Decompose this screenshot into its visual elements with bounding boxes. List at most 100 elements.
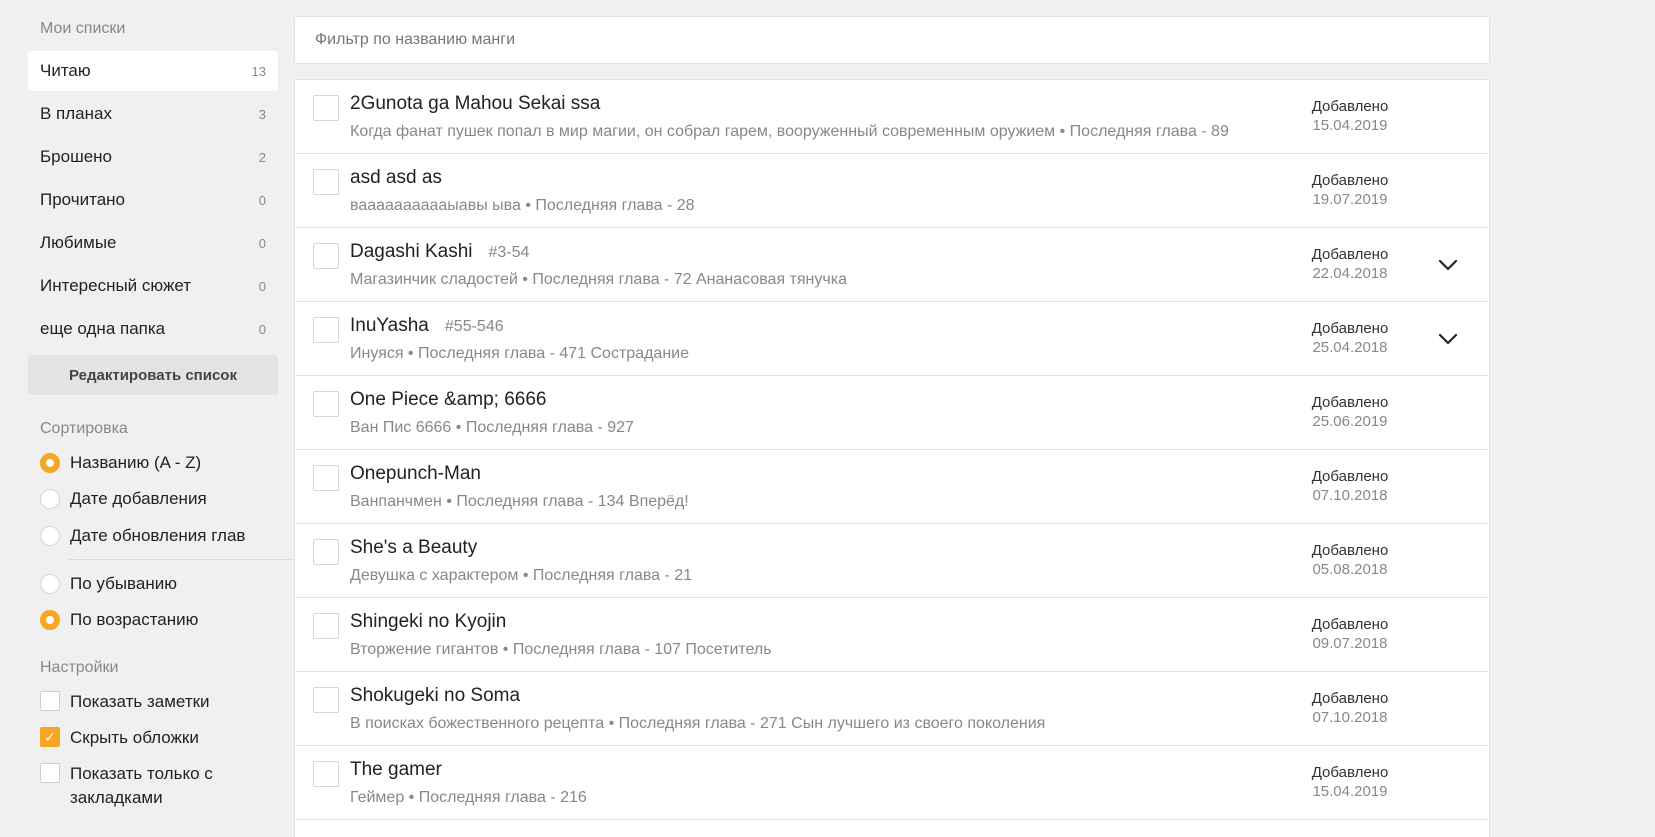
radio-label: По убыванию bbox=[70, 574, 177, 593]
edit-list-button[interactable]: Редактировать список bbox=[28, 355, 278, 395]
added-info: Добавлено 25.04.2018 bbox=[1305, 319, 1395, 357]
manga-row[interactable]: InuYasha #55-546 Инуяся • Последняя глава… bbox=[295, 302, 1489, 376]
manga-select-checkbox[interactable] bbox=[313, 539, 339, 565]
manga-title-link[interactable]: 2Gunota ga Mahou Sekai ssa bbox=[350, 93, 600, 115]
manga-chapter-range: #3-54 bbox=[488, 244, 530, 261]
manga-row[interactable]: The gamer Геймер • Последняя глава - 216… bbox=[295, 746, 1489, 820]
manga-row[interactable]: Shingeki no Kyojin Вторжение гигантов • … bbox=[295, 598, 1489, 672]
added-label: Добавлено bbox=[1311, 98, 1389, 115]
radio-empty-icon bbox=[40, 489, 60, 509]
sort-divider bbox=[68, 559, 293, 560]
added-info: Добавлено 09.07.2018 bbox=[1305, 615, 1395, 653]
list-item-planned[interactable]: В планах 3 bbox=[28, 94, 278, 134]
manga-title-link[interactable]: Onepunch-Man bbox=[350, 463, 481, 485]
manga-row[interactable]: Onepunch-Man Ванпанчмен • Последняя глав… bbox=[295, 450, 1489, 524]
added-date: 25.04.2018 bbox=[1312, 339, 1388, 356]
added-label: Добавлено bbox=[1311, 542, 1389, 559]
radio-label: По возрастанию bbox=[70, 610, 199, 629]
manga-title-link[interactable]: Dagashi Kashi #3-54 bbox=[350, 241, 529, 263]
added-date: 05.08.2018 bbox=[1312, 561, 1388, 578]
manga-subtitle: Инуяся • Последняя глава - 471 Сострадан… bbox=[350, 345, 689, 362]
manga-select-checkbox[interactable] bbox=[313, 613, 339, 639]
radio-empty-icon bbox=[40, 574, 60, 594]
manga-select-checkbox[interactable] bbox=[313, 391, 339, 417]
bookmarks-only-checkbox[interactable]: Показать только с закладками bbox=[40, 762, 240, 810]
added-date: 07.10.2018 bbox=[1312, 487, 1388, 504]
added-info: Добавлено 22.04.2018 bbox=[1305, 245, 1395, 283]
manga-list: 2Gunota ga Mahou Sekai ssa Когда фанат п… bbox=[294, 79, 1490, 837]
manga-select-checkbox[interactable] bbox=[313, 317, 339, 343]
manga-chapter-range: #55-546 bbox=[444, 318, 504, 335]
manga-row[interactable]: She's a Beauty Девушка с характером • По… bbox=[295, 524, 1489, 598]
order-ascending-radio[interactable]: По возрастанию bbox=[40, 610, 198, 630]
manga-row[interactable]: One Piece &amp; 6666 Ван Пис 6666 • Посл… bbox=[295, 376, 1489, 450]
list-item-read[interactable]: Прочитано 0 bbox=[28, 180, 278, 220]
manga-subtitle: вааааааааааыавы ыва • Последняя глава - … bbox=[350, 197, 695, 214]
manga-select-checkbox[interactable] bbox=[313, 95, 339, 121]
manga-select-checkbox[interactable] bbox=[313, 687, 339, 713]
manga-title-link[interactable]: Shingeki no Kyojin bbox=[350, 611, 506, 633]
manga-title-link[interactable]: Shokugeki no Soma bbox=[350, 685, 520, 707]
hide-covers-checkbox[interactable]: ✓ Скрыть обложки bbox=[40, 726, 199, 750]
manga-subtitle: Вторжение гигантов • Последняя глава - 1… bbox=[350, 641, 772, 658]
added-label: Добавлено bbox=[1311, 320, 1389, 337]
manga-title-link[interactable]: One Piece &amp; 6666 bbox=[350, 389, 546, 411]
manga-title-link[interactable]: InuYasha #55-546 bbox=[350, 315, 504, 337]
chevron-down-icon[interactable] bbox=[1435, 326, 1461, 352]
manga-subtitle: Ванпанчмен • Последняя глава - 134 Вперё… bbox=[350, 493, 689, 510]
list-item-label: Читаю bbox=[40, 61, 91, 80]
manga-title-link[interactable]: She's a Beauty bbox=[350, 537, 477, 559]
manga-select-checkbox[interactable] bbox=[313, 761, 339, 787]
chevron-down-icon[interactable] bbox=[1435, 252, 1461, 278]
manga-title: asd asd as bbox=[350, 167, 442, 188]
manga-row[interactable]: asd asd as вааааааааааыавы ыва • Последн… bbox=[295, 154, 1489, 228]
manga-title: 2Gunota ga Mahou Sekai ssa bbox=[350, 93, 601, 114]
list-item-label: В планах bbox=[40, 104, 112, 123]
manga-subtitle: Геймер • Последняя глава - 216 bbox=[350, 789, 587, 806]
manga-filter-input[interactable] bbox=[294, 16, 1490, 64]
radio-label: Названию (A - Z) bbox=[70, 453, 202, 472]
sort-by-name-radio[interactable]: Названию (A - Z) bbox=[40, 453, 201, 473]
order-descending-radio[interactable]: По убыванию bbox=[40, 574, 177, 594]
added-date: 07.10.2018 bbox=[1312, 709, 1388, 726]
added-info: Добавлено 25.06.2019 bbox=[1305, 393, 1395, 431]
manga-select-checkbox[interactable] bbox=[313, 169, 339, 195]
checkbox-label: Показать заметки bbox=[70, 692, 210, 711]
list-item-count: 13 bbox=[251, 63, 266, 79]
added-label: Добавлено bbox=[1311, 764, 1389, 781]
sort-by-update-date-radio[interactable]: Дате обновления глав bbox=[40, 526, 245, 546]
manga-title: The gamer bbox=[350, 759, 442, 780]
manga-title: Onepunch-Man bbox=[350, 463, 481, 484]
checkbox-empty-icon bbox=[40, 691, 60, 711]
manga-select-checkbox[interactable] bbox=[313, 243, 339, 269]
added-label: Добавлено bbox=[1311, 468, 1389, 485]
checkbox-empty-icon bbox=[40, 763, 60, 783]
list-item-dropped[interactable]: Брошено 2 bbox=[28, 137, 278, 177]
list-item-reading[interactable]: Читаю 13 bbox=[28, 51, 278, 91]
manga-select-checkbox[interactable] bbox=[313, 465, 339, 491]
checkmark-icon: ✓ bbox=[40, 727, 60, 747]
added-info: Добавлено 19.07.2019 bbox=[1305, 171, 1395, 209]
list-item-label: Брошено bbox=[40, 147, 113, 166]
list-item-count: 2 bbox=[258, 149, 266, 165]
manga-subtitle: Ван Пис 6666 • Последняя глава - 927 bbox=[350, 419, 634, 436]
list-item-favorites[interactable]: Любимые 0 bbox=[28, 223, 278, 263]
added-date: 19.07.2019 bbox=[1312, 191, 1388, 208]
added-info: Добавлено 07.10.2018 bbox=[1305, 689, 1395, 727]
list-item-another-folder[interactable]: еще одна папка 0 bbox=[28, 309, 278, 349]
manga-title-link[interactable]: asd asd as bbox=[350, 167, 442, 189]
radio-selected-icon bbox=[40, 610, 60, 630]
manga-subtitle: Магазинчик сладостей • Последняя глава -… bbox=[350, 271, 847, 288]
added-info: Добавлено 07.10.2018 bbox=[1305, 467, 1395, 505]
manga-subtitle: В поисках божественного рецепта • Послед… bbox=[350, 715, 1046, 732]
manga-row[interactable]: Shokugeki no Soma В поисках божественног… bbox=[295, 672, 1489, 746]
manga-row[interactable]: Dagashi Kashi #3-54 Магазинчик сладостей … bbox=[295, 228, 1489, 302]
checkbox-label: Показать только с закладками bbox=[70, 764, 213, 807]
list-item-interesting-plot[interactable]: Интересный сюжет 0 bbox=[28, 266, 278, 306]
manga-row[interactable]: 2Gunota ga Mahou Sekai ssa Когда фанат п… bbox=[295, 80, 1489, 154]
show-notes-checkbox[interactable]: Показать заметки bbox=[40, 690, 210, 714]
radio-selected-icon bbox=[40, 453, 60, 473]
added-date: 25.06.2019 bbox=[1312, 413, 1388, 430]
sort-by-added-date-radio[interactable]: Дате добавления bbox=[40, 489, 207, 509]
manga-title-link[interactable]: The gamer bbox=[350, 759, 442, 781]
